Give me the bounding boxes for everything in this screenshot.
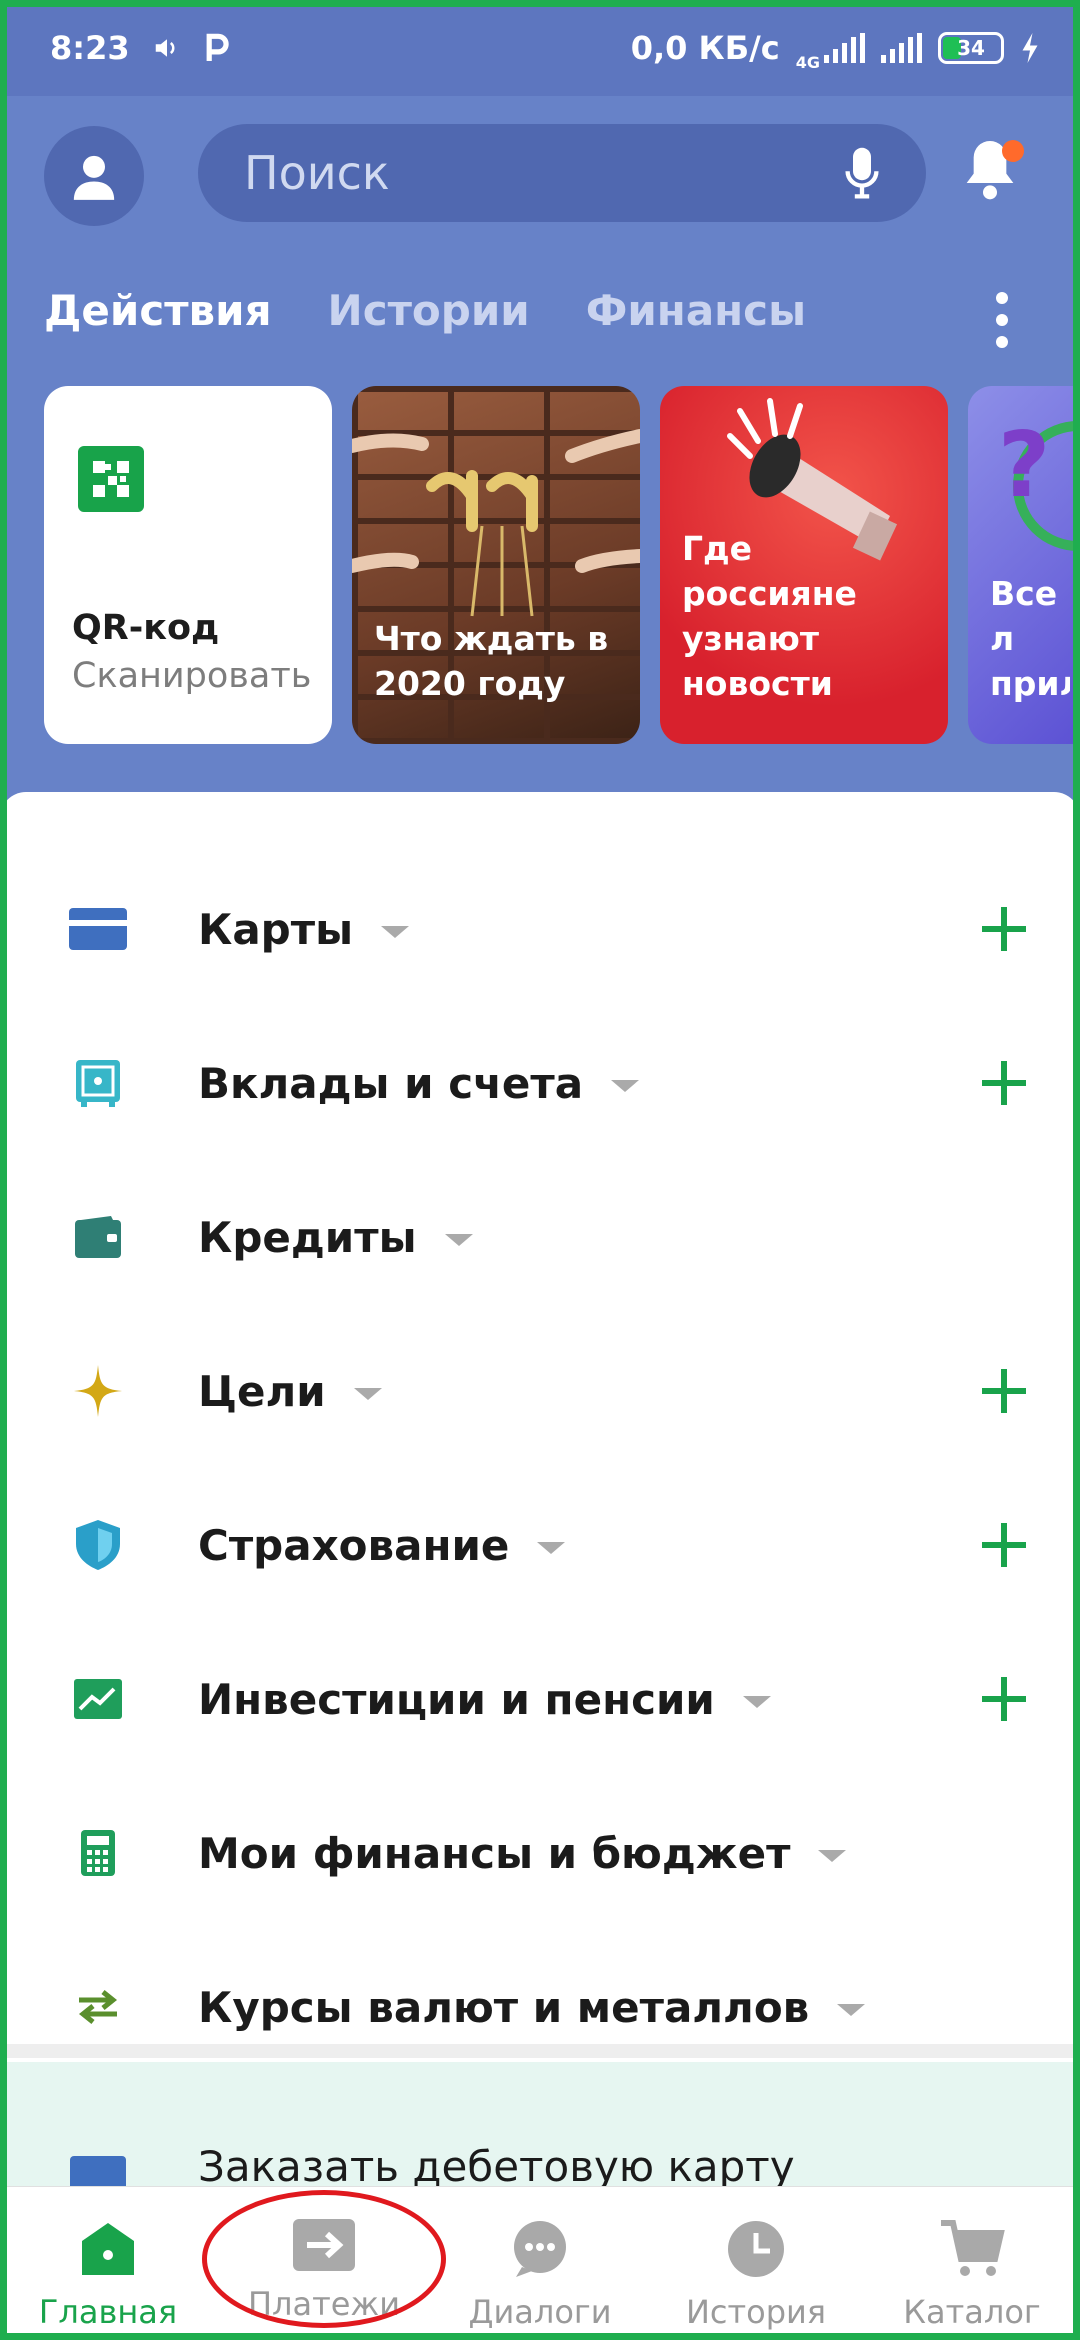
nav-payments[interactable]: Платежи (216, 2187, 432, 2340)
section-deposits-label: Вклады и счета (198, 1058, 584, 1108)
section-insurance-label: Страхование (198, 1520, 510, 1570)
section-credits[interactable]: Кредиты (0, 1160, 1080, 1314)
battery-icon: 34 (938, 32, 1004, 64)
section-cards-label: Карты (198, 904, 354, 954)
cart-icon (941, 2220, 1005, 2276)
microphone-icon[interactable] (844, 146, 880, 200)
story-apps-caption: Все л прило (990, 574, 1070, 703)
signal-icon-2 (881, 33, 922, 63)
signal-icon (824, 33, 865, 63)
history-icon (728, 2221, 784, 2277)
nav-catalog-label: Каталог (903, 2293, 1041, 2331)
app-p-icon (206, 33, 229, 61)
chevron-down-icon (444, 1234, 473, 1246)
status-bar: 8:23 0,0 КБ/с 4G 34 (0, 0, 1080, 96)
section-cards[interactable]: Карты (0, 852, 1080, 1006)
nav-home-label: Главная (38, 2293, 178, 2331)
nav-dialogs[interactable]: Диалоги (432, 2187, 648, 2340)
network-type: 4G (795, 52, 820, 72)
search-placeholder: Поиск (244, 146, 390, 200)
nav-history[interactable]: История (648, 2187, 864, 2340)
chevron-down-icon (381, 926, 410, 938)
section-investments-label: Инвестиции и пенсии (198, 1674, 715, 1724)
notifications-button[interactable] (962, 136, 1026, 208)
story-qr-title: QR-код (72, 608, 220, 648)
stories-carousel: QR-код Сканировать Что ждать в 2020 году… (44, 386, 1080, 744)
header-tabs: Действия Истории Финансы (44, 286, 806, 335)
home-icon (82, 2223, 134, 2275)
chevron-down-icon (818, 1850, 847, 1862)
story-2020[interactable]: Что ждать в 2020 году (352, 386, 640, 744)
wallet-icon (66, 1205, 130, 1269)
calculator-icon (66, 1821, 130, 1885)
section-goals-label: Цели (198, 1366, 326, 1416)
profile-avatar[interactable] (44, 126, 144, 226)
tab-actions[interactable]: Действия (44, 286, 272, 335)
svg-text:?: ? (998, 413, 1050, 518)
status-time: 8:23 (50, 29, 130, 67)
chat-icon (514, 2221, 566, 2277)
add-insurance-button[interactable] (982, 1523, 1026, 1567)
nav-payments-label: Платежи (247, 2285, 401, 2323)
more-menu-icon[interactable] (988, 292, 1016, 348)
story-news[interactable]: Где россияне узнают новости (660, 386, 948, 744)
section-divider (0, 2044, 1080, 2058)
qr-code-icon (78, 446, 144, 512)
section-credits-label: Кредиты (198, 1212, 417, 1262)
notification-dot (1002, 140, 1024, 162)
section-goals[interactable]: Цели (0, 1314, 1080, 1468)
exchange-icon (66, 1975, 130, 2039)
section-exchange-label: Курсы валют и металлов (198, 1982, 810, 2032)
chevron-down-icon (353, 1388, 382, 1400)
section-insurance[interactable]: Страхование (0, 1468, 1080, 1622)
search-bar[interactable]: Поиск (198, 124, 926, 222)
section-budget[interactable]: Мои финансы и бюджет (0, 1776, 1080, 1930)
chevron-down-icon (611, 1080, 640, 1092)
story-qr-code[interactable]: QR-код Сканировать (44, 386, 332, 744)
charging-icon (1022, 33, 1038, 63)
battery-level: 34 (957, 36, 985, 60)
section-deposits[interactable]: Вклады и счета (0, 1006, 1080, 1160)
story-news-caption: Где россияне узнают новости (682, 529, 857, 703)
nav-catalog[interactable]: Каталог (864, 2187, 1080, 2340)
chevron-down-icon (537, 1542, 566, 1554)
nav-home[interactable]: Главная (0, 2187, 216, 2340)
chart-icon (66, 1667, 130, 1731)
story-qr-subtitle: Сканировать (72, 656, 312, 696)
volume-icon (155, 39, 175, 57)
chevron-down-icon (837, 2004, 866, 2016)
story-apps[interactable]: ? Все л прило (968, 386, 1080, 744)
card-icon (66, 897, 130, 961)
section-investments[interactable]: Инвестиции и пенсии (0, 1622, 1080, 1776)
section-budget-label: Мои финансы и бюджет (198, 1828, 791, 1878)
section-exchange-rates[interactable]: Курсы валют и металлов (0, 1930, 1080, 2084)
shield-icon (66, 1513, 130, 1577)
payments-icon (293, 2219, 355, 2271)
nav-history-label: История (685, 2293, 827, 2331)
story-2020-caption: Что ждать в 2020 году (374, 619, 609, 703)
tab-finances[interactable]: Финансы (586, 286, 806, 335)
add-card-button[interactable] (982, 907, 1026, 951)
add-investment-button[interactable] (982, 1677, 1026, 1721)
bottom-navigation: Главная Платежи Диалоги История Каталог (0, 2186, 1080, 2340)
network-speed: 0,0 КБ/с (630, 29, 780, 67)
promo-label: Заказать дебетовую карту (198, 2142, 795, 2191)
chevron-down-icon (742, 1696, 771, 1708)
promo-order-debit-card[interactable]: Заказать дебетовую карту (0, 2062, 1080, 2192)
star-icon (66, 1359, 130, 1423)
add-deposit-button[interactable] (982, 1061, 1026, 1105)
question-icon: ? (998, 413, 1080, 551)
header: Поиск Действия Истории Финансы QR-код Ск… (0, 96, 1080, 806)
nav-dialogs-label: Диалоги (468, 2293, 612, 2331)
tab-stories[interactable]: Истории (328, 286, 530, 335)
add-goal-button[interactable] (982, 1369, 1026, 1413)
safe-icon (66, 1051, 130, 1115)
sections-list: Карты Вклады и счета Кредиты Цели Страхо… (0, 792, 1080, 2102)
user-icon (73, 155, 115, 200)
